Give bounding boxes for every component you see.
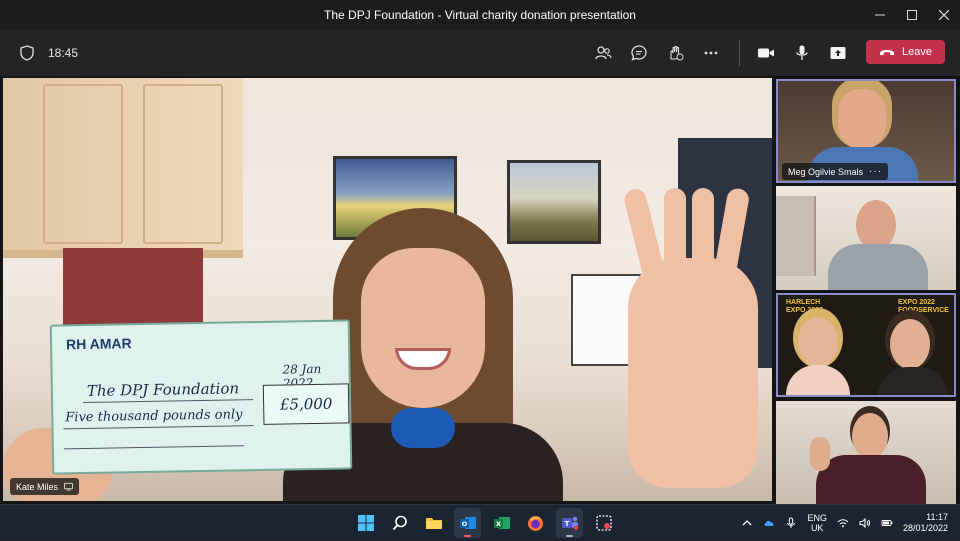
meeting-timer: 18:45 — [48, 46, 79, 60]
chat-icon — [631, 45, 647, 61]
participant-more-icon[interactable]: ··· — [869, 166, 882, 177]
donation-cheque: RH AMAR 28 Jan 2022 The DPJ Foundation F… — [49, 319, 353, 475]
camera-icon — [758, 48, 774, 58]
participant-tile[interactable]: Meg Ogilvie Smals ··· — [776, 79, 956, 183]
hang-up-icon — [880, 50, 894, 55]
mic-button[interactable] — [784, 30, 820, 76]
mic-icon — [796, 45, 808, 60]
more-actions-button[interactable] — [693, 30, 729, 76]
toolbar-divider — [739, 40, 740, 66]
leave-label: Leave — [902, 46, 932, 58]
minimize-icon[interactable] — [864, 0, 896, 30]
people-icon — [595, 46, 612, 60]
snipping-tool-icon[interactable] — [590, 508, 617, 538]
people-button[interactable] — [585, 30, 621, 76]
meeting-stage: RH AMAR 28 Jan 2022 The DPJ Foundation F… — [0, 76, 960, 504]
window-title: The DPJ Foundation - Virtual charity don… — [324, 8, 636, 22]
participant-name: Kate Miles — [16, 481, 59, 492]
battery-icon[interactable] — [881, 517, 893, 529]
cheque-amount-box: £5,000 — [262, 383, 350, 425]
firefox-icon[interactable] — [522, 508, 549, 538]
search-icon[interactable] — [386, 508, 413, 538]
onedrive-cloud-icon[interactable] — [763, 517, 775, 529]
outlook-icon[interactable]: O — [454, 508, 481, 538]
background-cabinet — [3, 78, 243, 258]
shield-icon[interactable] — [20, 45, 34, 61]
cheque-amount: £5,000 — [279, 394, 333, 414]
share-button[interactable] — [820, 30, 856, 76]
more-icon — [704, 51, 718, 55]
volume-icon[interactable] — [859, 517, 871, 529]
chevron-up-icon[interactable] — [741, 517, 753, 529]
cheque-amount-words: Five thousand pounds only — [65, 407, 243, 426]
excel-icon[interactable]: X — [488, 508, 515, 538]
camera-button[interactable] — [748, 30, 784, 76]
cheque-bank-name: RH AMAR — [65, 335, 132, 353]
windows-start-icon[interactable] — [352, 508, 379, 538]
event-banner: EXPO 2022 FOODSERVICE — [898, 299, 949, 314]
main-video-feed[interactable]: RH AMAR 28 Jan 2022 The DPJ Foundation F… — [3, 78, 772, 501]
meeting-info: 18:45 — [20, 30, 78, 76]
cheque-payee: The DPJ Foundation — [86, 379, 240, 400]
svg-text:T: T — [564, 520, 569, 528]
taskbar-apps: O X T — [352, 505, 617, 541]
toolbar-actions — [585, 30, 729, 76]
svg-text:O: O — [461, 520, 467, 528]
close-icon[interactable] — [928, 0, 960, 30]
waving-hand — [622, 186, 758, 488]
maximize-icon[interactable] — [896, 0, 928, 30]
reactions-button[interactable] — [657, 30, 693, 76]
event-banner: HARLECH EXPO 2022 — [786, 299, 823, 314]
teams-window: The DPJ Foundation - Virtual charity don… — [0, 0, 960, 540]
input-language[interactable]: ENG UK — [807, 513, 827, 534]
meeting-toolbar: 18:45 — [0, 30, 960, 76]
svg-text:X: X — [495, 520, 500, 528]
windows-taskbar: O X T ENG UK 11:17 28/01/2022 — [0, 504, 960, 540]
system-tray: ENG UK 11:17 28/01/2022 — [741, 505, 948, 541]
share-icon — [830, 47, 846, 59]
title-bar: The DPJ Foundation - Virtual charity don… — [0, 0, 960, 30]
participant-name-tag: Kate Miles — [10, 478, 80, 495]
microphone-tray-icon[interactable] — [785, 517, 797, 529]
participant-name-tag: Meg Ogilvie Smals ··· — [782, 163, 889, 180]
screen-share-indicator-icon — [64, 482, 74, 491]
chat-button[interactable] — [621, 30, 657, 76]
participant-tile[interactable] — [776, 186, 956, 290]
participant-tile[interactable] — [776, 401, 956, 504]
device-controls — [748, 30, 856, 76]
participant-name: Meg Ogilvie Smals — [788, 166, 864, 177]
system-clock[interactable]: 11:17 28/01/2022 — [903, 512, 948, 535]
reactions-icon — [670, 45, 684, 61]
participant-tile[interactable]: HARLECH EXPO 2022 EXPO 2022 FOODSERVICE — [776, 293, 956, 397]
teams-icon[interactable]: T — [556, 508, 583, 538]
wifi-icon[interactable] — [837, 517, 849, 529]
file-explorer-icon[interactable] — [420, 508, 447, 538]
leave-button[interactable]: Leave — [866, 40, 945, 64]
